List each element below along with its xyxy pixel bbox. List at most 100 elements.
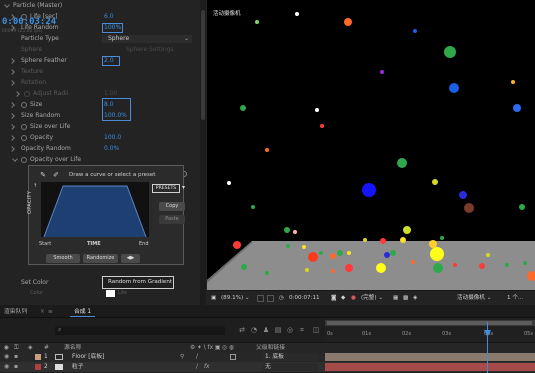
quality-dropdown[interactable]: (完整) ⌄	[361, 294, 383, 303]
layer-color-label[interactable]	[35, 354, 41, 360]
twirl-closed-icon[interactable]	[9, 102, 15, 108]
twirl-open-icon[interactable]	[4, 2, 10, 8]
stopwatch-icon[interactable]	[21, 102, 27, 108]
graph-icon[interactable]: ◫	[312, 326, 320, 334]
work-area-range[interactable]	[327, 321, 532, 325]
quality-switch-icon[interactable]: /	[196, 362, 198, 372]
graph-editor-icon[interactable]: ⌗	[298, 326, 306, 334]
fx-row-texture[interactable]: Texture	[0, 67, 200, 77]
eye-icon[interactable]: ◉	[4, 362, 9, 372]
draft-3d-icon[interactable]: ◔	[250, 326, 258, 334]
tab-composition[interactable]: 合成 1	[70, 307, 96, 317]
twirl-closed-icon[interactable]	[9, 135, 15, 141]
fx-scrollbar[interactable]	[200, 0, 206, 305]
3d-layer-switch[interactable]	[230, 354, 236, 360]
parent-dropdown[interactable]	[263, 363, 318, 371]
lock-icon[interactable]: ▪	[14, 352, 18, 362]
flip-curve-button[interactable]: ◀▶	[121, 254, 140, 263]
layer-name[interactable]: 粒子	[72, 362, 84, 372]
layer-row[interactable]: ◉ ▪ 2 粒子 / fx 无	[0, 362, 535, 372]
shy-switch-icon[interactable]: ⚲	[180, 352, 184, 362]
presets-button[interactable]: PRESETS	[152, 184, 180, 193]
twirl-open-icon[interactable]	[12, 156, 18, 162]
composition-viewer[interactable]: 活动摄像机	[207, 0, 535, 290]
scrollbar-thumb[interactable]	[201, 10, 205, 120]
color-channel-icon[interactable]: ●	[351, 294, 356, 303]
quality-switch-icon[interactable]: /	[196, 352, 198, 362]
eye-icon[interactable]: ◉	[4, 352, 9, 362]
fx-row-size[interactable]: Size 8.0	[0, 98, 200, 121]
particle	[362, 183, 376, 197]
fx-row-sphere-feather[interactable]: Sphere Feather 2.0	[0, 56, 200, 66]
shy-icon[interactable]: ♟	[262, 326, 270, 334]
timeline-search-input[interactable]: ⌕	[55, 326, 225, 335]
resolution-icon[interactable]: ▣	[211, 294, 216, 303]
twirl-closed-icon[interactable]	[9, 146, 15, 152]
grid-toggle[interactable]	[257, 295, 264, 302]
chevron-down-icon[interactable]: ▾	[182, 184, 185, 191]
transparency-grid-icon[interactable]: ▩	[403, 294, 408, 303]
menu-icon[interactable]: ≡	[44, 307, 57, 317]
stopwatch-icon[interactable]	[21, 157, 27, 163]
particle-type-dropdown[interactable]: Sphere ⌄	[102, 35, 192, 43]
randomize-button[interactable]: Randomize	[83, 254, 118, 263]
set-color-dropdown[interactable]: Random from Gradient	[102, 276, 174, 289]
copy-button[interactable]: Copy	[159, 202, 185, 211]
fx-row-particle-type[interactable]: Particle Type Sphere ⌄	[0, 34, 200, 44]
effect-controls-panel: Particle (Master) Life [sec] 6.0 Life Ra…	[0, 0, 207, 305]
paste-button[interactable]: Paste	[159, 215, 185, 224]
eraser-icon[interactable]: ✐	[52, 171, 60, 179]
twirl-closed-icon[interactable]	[9, 124, 15, 130]
fx-row-value[interactable]: 100.0%	[104, 111, 127, 121]
viewer-toolbar: ▣ (89.1%) ⌄ ◷ 0:00:07:11 ◙ ◆ ● (完整) ⌄ ▦ …	[207, 290, 535, 305]
stopwatch-icon[interactable]	[21, 135, 27, 141]
fx-row-value[interactable]: 2.0	[104, 56, 114, 66]
twirl-closed-icon[interactable]	[9, 69, 15, 75]
frame-blending-icon[interactable]: ▤	[274, 326, 282, 334]
twirl-closed-icon[interactable]	[9, 58, 15, 64]
view-count[interactable]: 1 个...	[507, 294, 523, 303]
twirl-closed-icon[interactable]	[9, 80, 15, 86]
timeline-timecode[interactable]: 0:00:03:24	[2, 17, 56, 27]
fx-row-value[interactable]: 6.0	[104, 12, 114, 22]
view-dropdown[interactable]: 活动摄像机 ⌄	[457, 294, 491, 303]
layer-name[interactable]: Floor [底板]	[72, 352, 104, 362]
fx-switch-icon[interactable]: fx	[204, 362, 209, 372]
mask-toggle[interactable]	[267, 295, 274, 302]
layer-duration-bar[interactable]	[325, 353, 535, 361]
fx-row-value[interactable]: 100.0	[104, 133, 121, 143]
playhead-line[interactable]	[487, 322, 488, 373]
fx-row-value[interactable]: 100%	[104, 23, 121, 33]
layer-color-label[interactable]	[35, 364, 41, 370]
show-snapshot-icon[interactable]: ◆	[341, 294, 345, 303]
pencil-icon[interactable]: ✎	[39, 171, 47, 179]
particle	[384, 252, 390, 258]
curve-graph[interactable]	[41, 182, 149, 238]
fx-row-rotation[interactable]: Rotation	[0, 78, 200, 88]
layer-row[interactable]: ◉ ▪ 1 Floor [底板] ⚲ / 1. 底板	[0, 352, 535, 362]
motion-blur-icon[interactable]: ◎	[286, 326, 294, 334]
fx-row-opacity-random[interactable]: Opacity Random 0.0%	[0, 144, 200, 154]
fx-row-particle-master[interactable]: Particle (Master)	[0, 1, 200, 11]
fx-row-label: Size Random	[21, 112, 61, 119]
zoom-dropdown[interactable]: (89.1%) ⌄	[221, 294, 250, 303]
color-swatch[interactable]	[106, 290, 115, 297]
layer-duration-bar[interactable]	[325, 363, 535, 371]
fx-row-value[interactable]: 0.0%	[104, 144, 119, 154]
tab-render-queue[interactable]: 渲染队列	[0, 307, 31, 317]
fx-row-opacity[interactable]: Opacity 100.0	[0, 133, 200, 143]
stopwatch-icon[interactable]	[21, 124, 27, 130]
fx-row-size-over-life[interactable]: Size over Life	[0, 122, 200, 132]
fx-row-size-random[interactable]: Size Random 100.0%	[0, 111, 200, 121]
work-area-bar[interactable]	[325, 320, 535, 326]
3d-renderer-icon[interactable]: ◈	[413, 294, 417, 303]
lock-icon[interactable]: ▪	[14, 362, 18, 372]
region-icon[interactable]: ▦	[393, 294, 398, 303]
fx-row-value[interactable]: 8.0	[104, 100, 114, 110]
camera-snapshot-icon[interactable]: ◙	[331, 294, 336, 303]
viewer-timecode[interactable]: 0:00:07:11	[289, 294, 320, 303]
twirl-closed-icon[interactable]	[9, 113, 15, 119]
comp-flowchart-icon[interactable]: ⇄	[238, 326, 246, 334]
smooth-button[interactable]: Smooth	[46, 254, 80, 263]
fx-row-opacity-over-life[interactable]: Opacity over Life	[0, 155, 200, 165]
